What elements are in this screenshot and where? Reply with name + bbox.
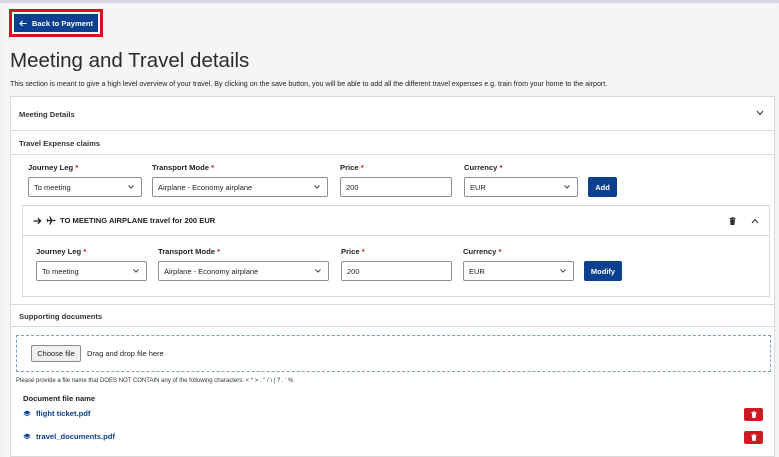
back-button-label: Back to Payment [31, 18, 94, 28]
chevron-down-icon [560, 269, 566, 273]
back-to-payment-button[interactable]: Back to Payment [14, 14, 98, 32]
arrow-left-icon [19, 20, 27, 26]
page-title: Meeting and Travel details [10, 49, 250, 72]
journey-leg-label: Journey Leg * [28, 163, 79, 172]
file-name-hint: Please provide a file name that DOES NOT… [16, 378, 294, 384]
currency-label: Currency * [464, 163, 503, 172]
file-icon [23, 433, 31, 440]
document-row[interactable]: flight ticket.pdf [23, 409, 90, 418]
document-link[interactable]: flight ticket.pdf [36, 409, 90, 418]
trash-icon [750, 434, 757, 441]
journey-leg-header[interactable]: TO MEETING AIRPLANE travel for 200 EUR [23, 206, 769, 236]
back-button-highlight: Back to Payment [9, 9, 103, 37]
meeting-card: Meeting Details Travel Expense claims Jo… [10, 96, 775, 457]
document-column-header: Document file name [23, 394, 96, 403]
chevron-down-icon [314, 185, 320, 189]
currency-select[interactable]: EUR [464, 177, 578, 197]
leg-transport-mode-label: Transport Mode * [158, 247, 221, 256]
file-icon [23, 410, 31, 417]
journey-leg-select[interactable]: To meeting [28, 177, 142, 197]
delete-document-button[interactable] [744, 408, 763, 421]
trash-icon [750, 411, 757, 418]
chevron-up-icon[interactable] [751, 218, 759, 224]
add-button[interactable]: Add [588, 177, 617, 197]
chevron-down-icon [128, 185, 134, 189]
drop-zone-text: Drag and drop file here [87, 349, 164, 358]
choose-file-button[interactable]: Choose file [31, 345, 81, 362]
delete-document-button[interactable] [744, 431, 763, 444]
meeting-details-title: Meeting Details [19, 110, 75, 119]
travel-expense-title: Travel Expense claims [19, 139, 101, 148]
travel-expense-header: Travel Expense claims [11, 131, 774, 155]
leg-currency-label: Currency * [463, 247, 502, 256]
chevron-down-icon [133, 269, 139, 273]
modify-button[interactable]: Modify [584, 261, 622, 281]
leg-currency-select[interactable]: EUR [463, 261, 574, 281]
journey-leg-title: TO MEETING AIRPLANE travel for 200 EUR [60, 216, 216, 225]
trash-icon[interactable] [729, 217, 736, 225]
leg-price-label: Price * [341, 247, 365, 256]
price-input[interactable]: 200 [340, 177, 452, 197]
file-drop-zone[interactable]: Choose file Drag and drop file here [16, 335, 771, 372]
price-label: Price * [340, 163, 364, 172]
arrow-right-icon [33, 217, 42, 224]
journey-leg-card: TO MEETING AIRPLANE travel for 200 EUR J… [22, 205, 770, 297]
intro-text: This section is meant to give a high lev… [10, 80, 608, 88]
chevron-down-icon[interactable] [756, 110, 764, 116]
leg-transport-mode-select[interactable]: Airplane - Economy airplane [158, 261, 329, 281]
leg-price-input[interactable]: 200 [341, 261, 452, 281]
supporting-documents-header: Supporting documents [11, 304, 774, 327]
leg-journey-leg-label: Journey Leg * [36, 247, 87, 256]
supporting-documents-title: Supporting documents [19, 312, 103, 321]
document-link[interactable]: travel_documents.pdf [36, 432, 115, 441]
leg-journey-leg-select[interactable]: To meeting [36, 261, 147, 281]
chevron-down-icon [564, 185, 570, 189]
document-row[interactable]: travel_documents.pdf [23, 432, 115, 441]
page: Back to Payment Meeting and Travel detai… [4, 3, 775, 457]
transport-mode-select[interactable]: Airplane - Economy airplane [152, 177, 328, 197]
airplane-icon [46, 216, 56, 225]
chevron-down-icon [315, 269, 321, 273]
meeting-details-header[interactable]: Meeting Details [11, 97, 774, 131]
transport-mode-label: Transport Mode * [152, 163, 215, 172]
